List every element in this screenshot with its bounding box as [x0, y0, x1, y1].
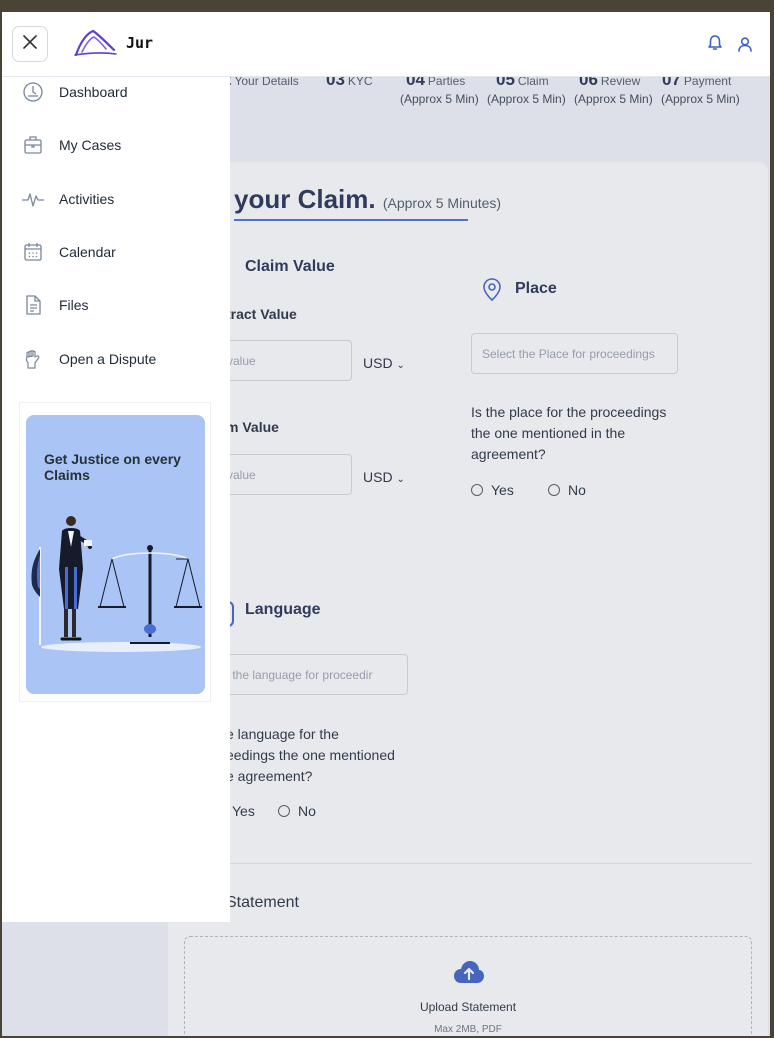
claim-currency-select[interactable]: USD ⌄ — [363, 469, 405, 485]
sidebar-item-label: Open a Dispute — [59, 351, 157, 367]
briefcase-icon — [20, 132, 46, 158]
language-select[interactable]: ect the language for proceedir — [202, 654, 408, 695]
step-payment-duration: (Approx 5 Min) — [661, 92, 740, 106]
sidebar-item-files[interactable]: Files — [20, 292, 89, 318]
contract-currency-select[interactable]: USD ⌄ — [363, 355, 405, 371]
place-select[interactable]: Select the Place for proceedings — [471, 333, 678, 374]
sidebar-item-label: Calendar — [59, 244, 116, 260]
dashboard-icon — [20, 79, 46, 105]
upload-note: Max 2MB, PDF — [434, 1024, 502, 1035]
close-icon — [23, 34, 37, 54]
file-icon — [20, 292, 46, 318]
place-no-radio[interactable]: No — [548, 482, 586, 498]
place-yes-radio[interactable]: Yes — [471, 482, 514, 498]
step-review-duration: (Approx 5 Min) — [574, 92, 653, 106]
page-title: your Claim. (Approx 5 Minutes) — [234, 184, 502, 214]
step-parties-duration: (Approx 5 Min) — [400, 92, 479, 106]
sidebar-item-label: My Cases — [59, 137, 122, 153]
upload-label: Upload Statement — [419, 1000, 517, 1014]
bell-icon[interactable] — [707, 34, 723, 56]
user-icon[interactable] — [737, 36, 753, 57]
promo-card: Get Justice on every Claims — [26, 415, 205, 694]
jur-logo-icon — [74, 29, 117, 57]
promo-banner[interactable]: Get Justice on every Claims — [19, 402, 211, 702]
place-heading: Place — [515, 280, 557, 297]
sidebar-item-label: Files — [59, 297, 89, 313]
sidebar-item-label: Dashboard — [59, 84, 128, 100]
location-pin-icon — [482, 278, 502, 307]
justice-illustration — [31, 516, 202, 652]
activity-icon — [20, 186, 46, 212]
close-sidebar-button[interactable] — [12, 26, 48, 62]
step-claim-duration: (Approx 5 Min) — [487, 92, 566, 106]
language-no-radio[interactable]: No — [278, 803, 316, 819]
radio-circle — [471, 484, 483, 496]
claim-value-heading: Claim Value — [245, 258, 335, 275]
language-question-line-2: eedings the one mentioned — [226, 747, 395, 763]
language-question-line-1: e language for the — [226, 726, 339, 742]
radio-circle — [278, 805, 290, 817]
sidebar-item-dashboard[interactable]: Dashboard — [20, 79, 128, 105]
sidebar-item-open-a-dispute[interactable]: Open a Dispute — [20, 346, 156, 372]
sidebar-item-calendar[interactable]: Calendar — [20, 239, 116, 265]
language-question-line-3: e agreement? — [226, 768, 313, 784]
fist-icon — [20, 346, 46, 372]
logo-text: Jur — [126, 34, 154, 52]
radio-circle — [548, 484, 560, 496]
title-underline — [234, 219, 468, 221]
promo-title: Get Justice on every Claims — [44, 451, 181, 483]
place-question: Is the place for the proceedings the one… — [471, 404, 667, 462]
app-window: 2Your Details 03KYC 04Parties 05Claim 06… — [2, 12, 770, 1036]
sidebar: Dashboard My Cases Activities Calendar F… — [2, 76, 230, 922]
calendar-icon — [20, 239, 46, 265]
top-bar: Jur — [2, 12, 770, 77]
section-divider — [182, 863, 752, 864]
chevron-down-icon: ⌄ — [396, 360, 405, 371]
upload-statement-dropzone[interactable]: Upload Statement Max 2MB, PDF — [184, 936, 752, 1036]
sidebar-item-activities[interactable]: Activities — [20, 186, 114, 212]
statement-heading: Statement — [226, 894, 299, 911]
language-heading: Language — [245, 601, 321, 618]
sidebar-item-my-cases[interactable]: My Cases — [20, 132, 121, 158]
cloud-upload-icon — [453, 959, 485, 990]
contract-value-label: tract Value — [226, 306, 297, 322]
jur-logo[interactable]: Jur — [72, 28, 153, 58]
claim-value-label: m Value — [226, 419, 279, 435]
chevron-down-icon: ⌄ — [396, 474, 405, 485]
sidebar-item-label: Activities — [59, 191, 115, 207]
